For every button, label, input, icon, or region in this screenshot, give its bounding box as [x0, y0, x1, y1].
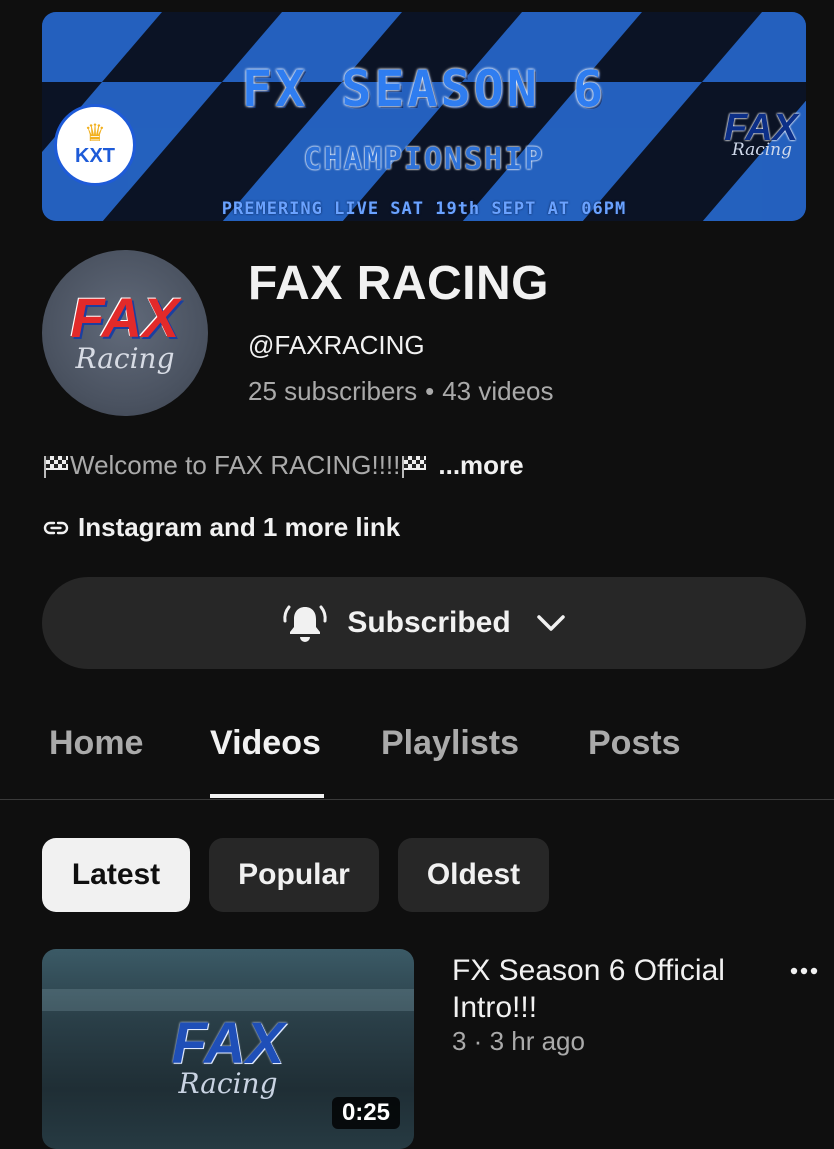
link-icon	[43, 521, 69, 534]
avatar-logo-main: FAX	[70, 286, 180, 349]
tab-posts[interactable]: Posts	[588, 724, 681, 763]
fax-racing-banner-logo: FAX Racing	[724, 109, 798, 160]
channel-name: FAX RACING	[248, 257, 550, 310]
crown-icon: ♛	[84, 120, 106, 147]
description-text: Welcome to FAX RACING!!!!	[70, 450, 401, 480]
video-count: 43 videos	[442, 376, 554, 406]
tabs-divider	[0, 799, 834, 800]
channel-description[interactable]: Welcome to FAX RACING!!!! ...more	[42, 450, 524, 481]
video-title[interactable]: FX Season 6 Official Intro!!!	[452, 952, 752, 1026]
channel-avatar[interactable]: FAX Racing	[42, 250, 208, 416]
banner-premiere-text: PREMERING LIVE SAT 19th SEPT AT 06PM	[221, 199, 627, 219]
kxt-logo-text: KXT	[75, 145, 115, 167]
video-meta: 3 · 3 hr ago	[452, 1026, 585, 1056]
chip-latest[interactable]: Latest	[42, 838, 190, 912]
chevron-down-icon	[536, 615, 565, 631]
tab-playlists[interactable]: Playlists	[381, 724, 519, 763]
chip-popular[interactable]: Popular	[209, 838, 379, 912]
video-thumbnail[interactable]: FAX Racing 0:25	[42, 949, 414, 1149]
chip-oldest[interactable]: Oldest	[398, 838, 549, 912]
checkered-flag-icon	[402, 455, 427, 478]
thumbnail-logo-script: Racing	[178, 1067, 278, 1100]
channel-links[interactable]: Instagram and 1 more link	[42, 512, 400, 543]
stats-separator: •	[425, 376, 435, 406]
bell-ringing-icon	[283, 605, 327, 642]
channel-stats: 25 subscribers • 43 videos	[248, 376, 554, 407]
tab-home[interactable]: Home	[49, 724, 143, 763]
avatar-logo-script: Racing	[75, 342, 175, 375]
banner-logo-script: Racing	[731, 140, 792, 160]
subscribed-button[interactable]: Subscribed	[42, 577, 806, 669]
subscribed-label: Subscribed	[347, 606, 511, 639]
banner-title: FX SEASON 6	[241, 60, 607, 118]
links-label: Instagram and 1 more link	[78, 512, 401, 542]
checkered-flag-icon	[44, 455, 68, 478]
channel-tabs: Home Videos Playlists Posts	[0, 720, 834, 800]
kxt-logo: ♛ KXT	[54, 104, 136, 186]
description-more-link[interactable]: ...more	[438, 450, 523, 481]
active-tab-indicator	[210, 794, 324, 798]
channel-handle: @FAXRACING	[248, 330, 425, 360]
video-duration: 0:25	[331, 1097, 400, 1129]
subscriber-count: 25 subscribers	[248, 376, 418, 406]
thumbnail-backdrop	[42, 989, 414, 1011]
banner-subtitle: CHAMPIONSHIP	[303, 142, 545, 177]
more-options-icon[interactable]	[786, 956, 822, 986]
tab-videos[interactable]: Videos	[210, 724, 321, 763]
channel-banner: FX SEASON 6 CHAMPIONSHIP PREMERING LIVE …	[42, 12, 806, 221]
thumbnail-logo-main: FAX	[171, 1011, 285, 1076]
